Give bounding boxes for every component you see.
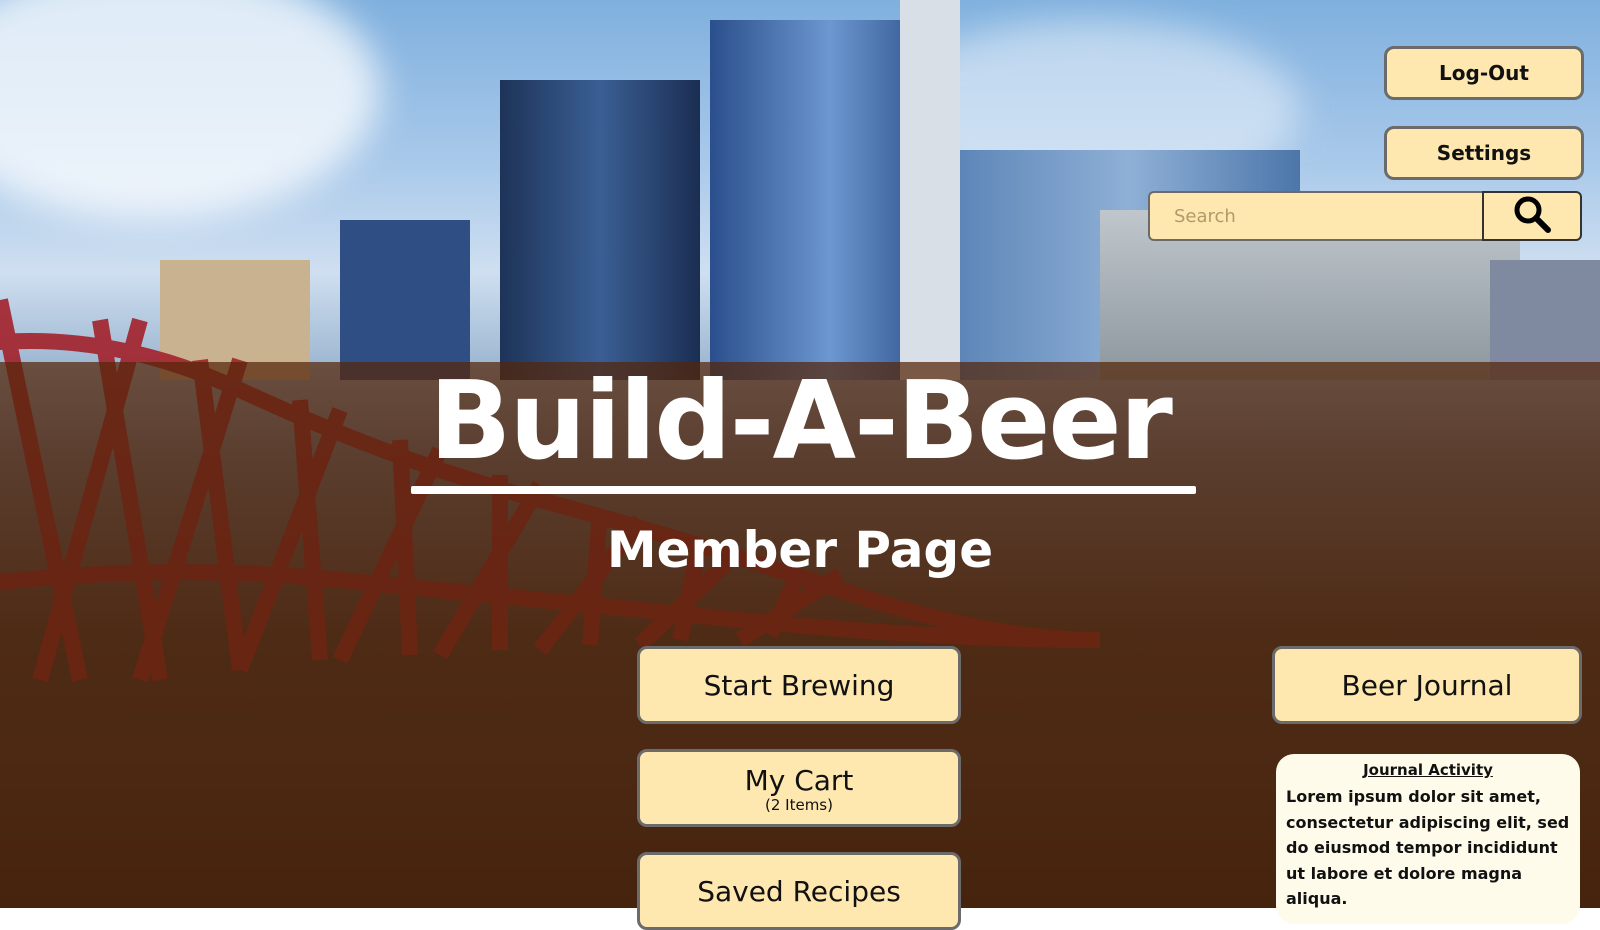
search-bar bbox=[1148, 191, 1582, 241]
settings-button[interactable]: Settings bbox=[1384, 126, 1584, 180]
start-brewing-label: Start Brewing bbox=[703, 668, 895, 702]
logout-button[interactable]: Log-Out bbox=[1384, 46, 1584, 100]
search-icon bbox=[1512, 194, 1552, 238]
my-cart-button[interactable]: My Cart (2 Items) bbox=[637, 749, 961, 827]
beer-journal-button[interactable]: Beer Journal bbox=[1272, 646, 1582, 724]
saved-recipes-button[interactable]: Saved Recipes bbox=[637, 852, 961, 930]
title-underline bbox=[411, 486, 1196, 494]
saved-recipes-label: Saved Recipes bbox=[697, 875, 901, 908]
page-subtitle: Member Page bbox=[606, 521, 994, 579]
cart-count: (2 Items) bbox=[765, 795, 833, 814]
search-input[interactable] bbox=[1148, 191, 1482, 241]
my-cart-label: My Cart bbox=[744, 763, 854, 797]
site-title: Build-A-Beer bbox=[429, 359, 1173, 484]
search-button[interactable] bbox=[1482, 191, 1582, 241]
start-brewing-button[interactable]: Start Brewing bbox=[637, 646, 961, 724]
journal-activity-panel: Journal Activity Lorem ipsum dolor sit a… bbox=[1276, 754, 1580, 924]
beer-journal-label: Beer Journal bbox=[1341, 668, 1513, 702]
journal-activity-text: Lorem ipsum dolor sit amet, consectetur … bbox=[1286, 787, 1570, 908]
journal-activity-title: Journal Activity bbox=[1363, 761, 1493, 779]
